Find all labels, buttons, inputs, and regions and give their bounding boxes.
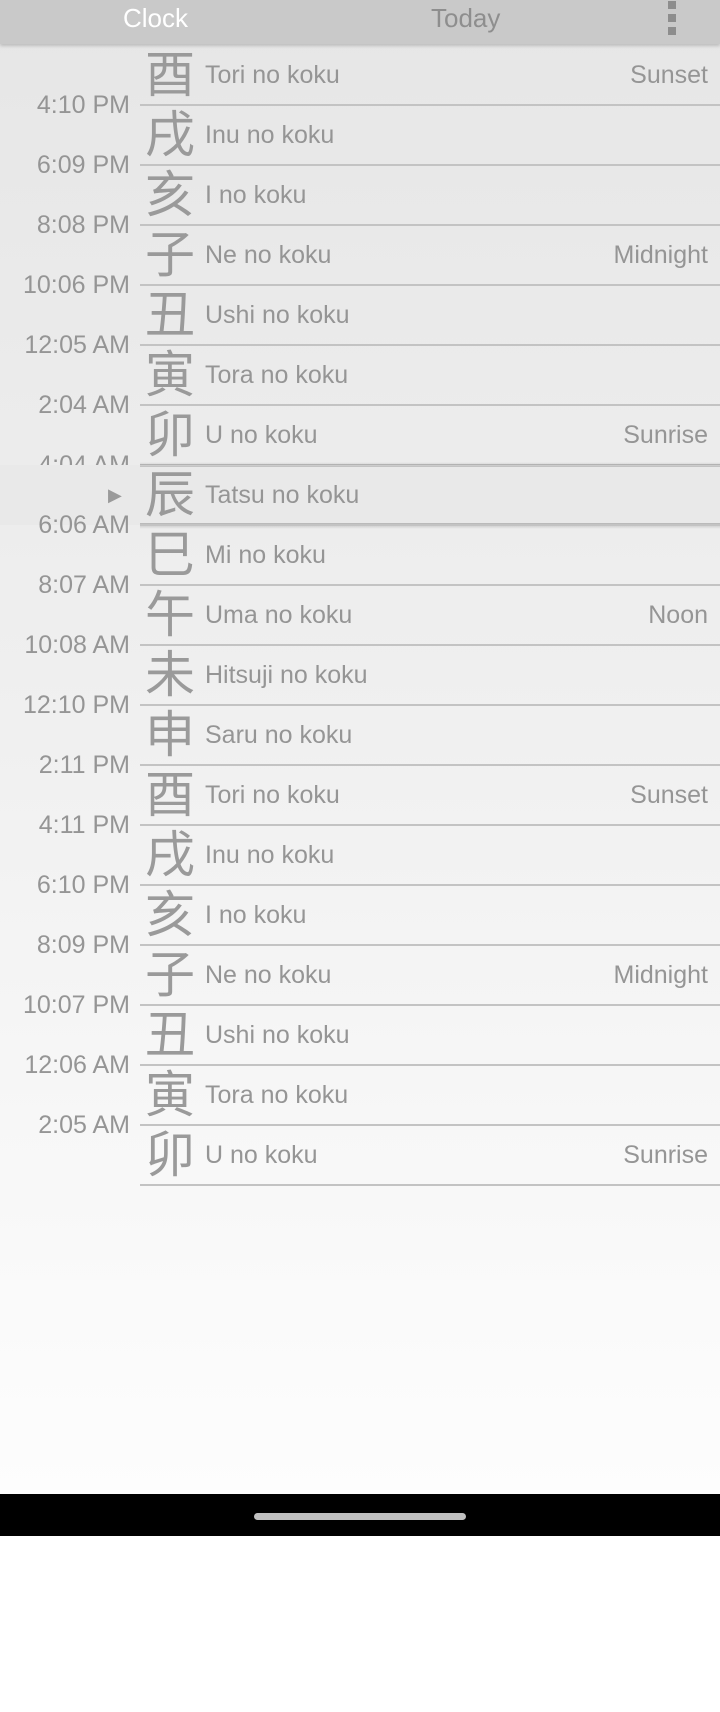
current-period-marker-icon: ▶	[108, 485, 122, 505]
koku-name: Ushi no koku	[205, 301, 350, 329]
koku-kanji: 戌	[145, 826, 195, 884]
koku-name: Ne no koku	[205, 241, 332, 269]
koku-event-label: Sunrise	[623, 421, 708, 449]
koku-name: Inu no koku	[205, 841, 335, 869]
koku-kanji: 卯	[145, 1126, 195, 1184]
koku-name: Tora no koku	[205, 361, 349, 389]
koku-name: Tatsu no koku	[205, 481, 360, 509]
koku-kanji: 巳	[145, 526, 195, 584]
koku-kanji: 午	[145, 586, 195, 644]
koku-kanji: 子	[145, 946, 195, 1004]
list-item[interactable]: 巳 Mi no koku 8:07 AM	[0, 525, 720, 599]
list-item[interactable]: 酉 Tori no koku Sunset 4:11 PM	[0, 765, 720, 839]
koku-name: I no koku	[205, 901, 307, 929]
koku-kanji: 子	[145, 226, 195, 284]
koku-kanji: 丑	[145, 1006, 195, 1064]
list-item[interactable]: 亥I no koku 8:09 PM	[0, 885, 720, 959]
list-item[interactable]: 未 Hitsuji no koku 12:10 PM	[0, 645, 720, 719]
koku-name: Mi no koku	[205, 541, 326, 569]
koku-name: Tori no koku	[205, 61, 340, 89]
list-item[interactable]: 戌 Inu no koku 6:10 PM	[0, 825, 720, 899]
koku-kanji: 戌	[145, 106, 195, 164]
koku-kanji: 酉	[145, 46, 195, 104]
koku-kanji: 申	[145, 706, 195, 764]
koku-name: I no koku	[205, 181, 307, 209]
koku-list[interactable]: 酉 Tori no koku Sunset 4:10 PM 戌 Inu no koku 6:…	[0, 45, 720, 1186]
koku-kanji: 酉	[145, 766, 195, 824]
koku-name: Ne no koku	[205, 961, 332, 989]
list-item[interactable]: 酉 Tori no koku Sunset 4:10 PM	[0, 45, 720, 119]
koku-name: Uma no koku	[205, 601, 353, 629]
tab-clock[interactable]: Clock	[123, 4, 188, 32]
koku-kanji: 未	[145, 646, 195, 704]
koku-name: U no koku	[205, 421, 318, 449]
koku-name: Ushi no koku	[205, 1021, 350, 1049]
koku-event-label: Midnight	[613, 241, 709, 269]
list-item[interactable]: 午 Uma no koku Noon 10:08 AM	[0, 585, 720, 659]
list-item[interactable]: 丑 Ushi no koku 12:06 AM	[0, 1005, 720, 1079]
koku-kanji: 丑	[145, 286, 195, 344]
koku-name: U no koku	[205, 1141, 318, 1169]
list-item[interactable]: 丑 Ushi no koku 12:05 AM	[0, 285, 720, 359]
list-item[interactable]: 寅 Tora no koku 2:04 AM	[0, 345, 720, 419]
koku-name: Saru no koku	[205, 721, 353, 749]
list-item-current[interactable]: ▶ 辰 Tatsu no koku 6:06 AM	[0, 462, 720, 539]
home-gesture-handle[interactable]	[254, 1513, 466, 1520]
tab-today[interactable]: Today	[431, 4, 500, 32]
koku-kanji: 亥	[145, 166, 195, 224]
screen: Clock Today 酉 Tori no koku Sunset 4:10 PM 戌 I…	[0, 0, 720, 1712]
koku-event-label: Noon	[648, 601, 708, 629]
top-bar: Clock Today	[0, 0, 720, 44]
koku-event-label: Sunset	[630, 781, 708, 809]
koku-kanji: 寅	[145, 346, 195, 404]
list-item[interactable]: 卯U no kokuSunrise4:04 AM	[0, 405, 720, 479]
list-item[interactable]: 戌 Inu no koku 6:09 PM	[0, 105, 720, 179]
list-item[interactable]: 寅 Tora no koku 2:05 AM	[0, 1065, 720, 1139]
koku-event-label: Sunset	[630, 61, 708, 89]
koku-kanji: 卯	[145, 406, 195, 464]
list-item[interactable]: 子 Ne no koku Midnight 10:07 PM	[0, 945, 720, 1019]
koku-name: Tora no koku	[205, 1081, 349, 1109]
current-row-shadow-top	[140, 462, 720, 467]
row-divider	[140, 1184, 720, 1186]
koku-name: Tori no koku	[205, 781, 340, 809]
overflow-menu-icon[interactable]	[660, 0, 684, 38]
koku-event-label: Midnight	[613, 961, 709, 989]
navigation-bar	[0, 1494, 720, 1536]
koku-kanji: 寅	[145, 1066, 195, 1124]
list-item[interactable]: 子 Ne no koku Midnight 10:06 PM	[0, 225, 720, 299]
list-item[interactable]: 亥I no koku 8:08 PM	[0, 165, 720, 239]
koku-event-label: Sunrise	[623, 1141, 708, 1169]
list-item[interactable]: 卯 U no koku Sunrise	[0, 1125, 720, 1186]
koku-name: Inu no koku	[205, 121, 335, 149]
koku-kanji: 辰	[145, 466, 195, 524]
koku-kanji: 亥	[145, 886, 195, 944]
list-item[interactable]: 申 Saru no koku 2:11 PM	[0, 705, 720, 779]
koku-name: Hitsuji no koku	[205, 661, 368, 689]
